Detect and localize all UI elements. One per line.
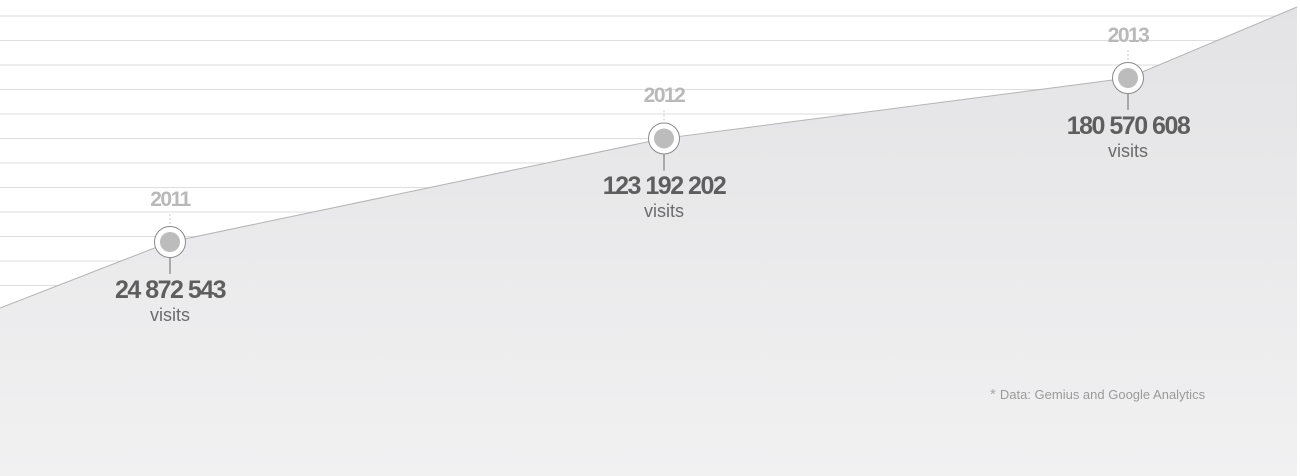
data-label: 123 192 202 bbox=[602, 172, 727, 201]
series-area bbox=[0, 7, 1297, 476]
x-tick-label: 2012 bbox=[643, 84, 686, 108]
footnote-star-icon: * bbox=[990, 386, 996, 403]
data-source-text: Data: Gemius and Google Analytics bbox=[999, 387, 1206, 402]
data-label-unit: visits bbox=[1108, 141, 1148, 161]
data-point bbox=[160, 232, 180, 252]
data-label-unit: visits bbox=[150, 305, 190, 325]
data-label: 24 872 543 bbox=[114, 276, 227, 304]
x-tick-label: 2011 bbox=[150, 188, 191, 211]
chart-area: 2011 24 872 543 visits 2012 123 192 202 visit… bbox=[0, 0, 1300, 476]
data-point bbox=[1118, 68, 1138, 88]
data-label-unit: visits bbox=[644, 201, 684, 222]
data-label: 180 570 608 bbox=[1066, 112, 1191, 140]
area-chart bbox=[0, 6, 1298, 476]
data-source-note: * Data: Gemius and Google Analytics bbox=[990, 386, 1205, 403]
x-tick-label: 2013 bbox=[1107, 24, 1150, 47]
data-point bbox=[654, 128, 674, 149]
